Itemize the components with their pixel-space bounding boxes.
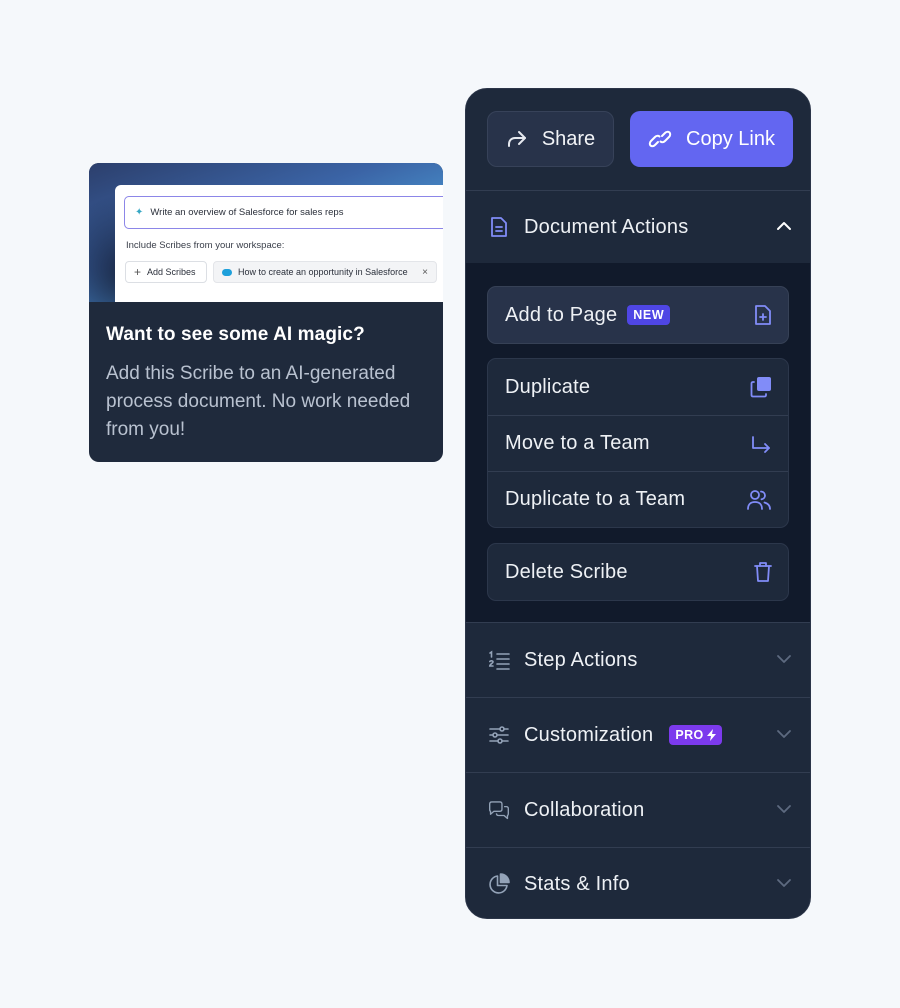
chevron-down-icon [776,801,792,819]
document-actions-label: Document Actions [524,215,689,238]
duplicate-to-team-item[interactable]: Duplicate to a Team [488,471,788,527]
arrow-turn-down-right-icon [750,435,772,453]
document-plus-icon [754,304,772,326]
add-scribes-chip: + Add Scribes [125,261,207,283]
document-actions-content: Add to Page NEW Duplicate Move to a Team… [466,263,810,622]
share-label: Share [541,127,596,150]
move-to-team-item[interactable]: Move to a Team [488,415,788,471]
step-actions-header[interactable]: Step Actions [466,623,810,697]
customization-label: Customization [524,723,654,746]
share-arrow-icon [506,129,528,149]
close-icon: × [422,266,428,278]
duplicate-to-team-label: Duplicate to a Team [505,488,686,510]
scribe-chip-label: How to create an opportunity in Salesfor… [238,267,408,277]
pro-badge-label: PRO [675,728,704,742]
copy-icon [750,376,772,398]
duplicate-item[interactable]: Duplicate [488,359,788,415]
chevron-up-icon [776,218,792,236]
scribe-chip: How to create an opportunity in Salesfor… [213,261,437,283]
trash-icon [754,561,772,583]
include-scribes-label: Include Scribes from your workspace: [126,240,285,251]
scribe-actions-panel: Share Copy Link Document Actions Add to … [465,88,811,919]
collaboration-header[interactable]: Collaboration [466,773,810,847]
lightning-icon [706,729,716,741]
chat-bubbles-icon [488,799,510,821]
link-icon [648,128,672,150]
move-to-team-label: Move to a Team [505,432,650,454]
document-actions-header[interactable]: Document Actions [466,191,810,263]
share-button[interactable]: Share [487,111,614,167]
collaboration-label: Collaboration [524,798,645,821]
new-badge: NEW [627,305,671,325]
add-scribes-label: Add Scribes [147,267,196,277]
chevron-down-icon [776,726,792,744]
copy-link-button[interactable]: Copy Link [630,111,793,167]
promo-description: Add this Scribe to an AI-generated proce… [106,363,411,440]
ai-prompt-text: Write an overview of Salesforce for sale… [150,207,344,218]
users-icon [746,489,772,511]
document-actions-group: Duplicate Move to a Team Duplicate to a … [487,358,789,528]
plus-icon: + [134,265,142,279]
add-to-page-card: Add to Page NEW [487,286,789,344]
sliders-icon [488,724,510,746]
salesforce-cloud-icon [222,268,232,276]
copy-link-label: Copy Link [686,127,775,150]
numbered-list-icon [488,649,510,671]
pie-chart-icon [488,873,510,895]
stats-info-header[interactable]: Stats & Info [466,848,810,918]
ai-magic-promo-card[interactable]: ✦ Write an overview of Salesforce for sa… [89,163,443,462]
delete-scribe-card: Delete Scribe [487,543,789,601]
add-to-page-item[interactable]: Add to Page NEW [488,287,788,343]
stats-info-label: Stats & Info [524,872,630,895]
customization-header[interactable]: Customization PRO [466,698,810,772]
delete-scribe-item[interactable]: Delete Scribe [488,544,788,600]
ai-prompt-preview: ✦ Write an overview of Salesforce for sa… [115,185,443,302]
chevron-down-icon [776,875,792,893]
promo-title: Want to see some AI magic? [106,324,365,345]
pro-badge: PRO [669,725,722,745]
sparkle-icon: ✦ [135,207,144,218]
share-actions-bar: Share Copy Link [466,89,810,191]
ai-prompt-field: ✦ Write an overview of Salesforce for sa… [124,196,443,229]
add-to-page-label: Add to Page [505,303,618,326]
delete-scribe-label: Delete Scribe [505,560,628,583]
duplicate-label: Duplicate [505,375,591,398]
document-icon [488,216,510,238]
promo-hero-image: ✦ Write an overview of Salesforce for sa… [89,163,443,302]
step-actions-label: Step Actions [524,648,638,671]
chevron-down-icon [776,651,792,669]
